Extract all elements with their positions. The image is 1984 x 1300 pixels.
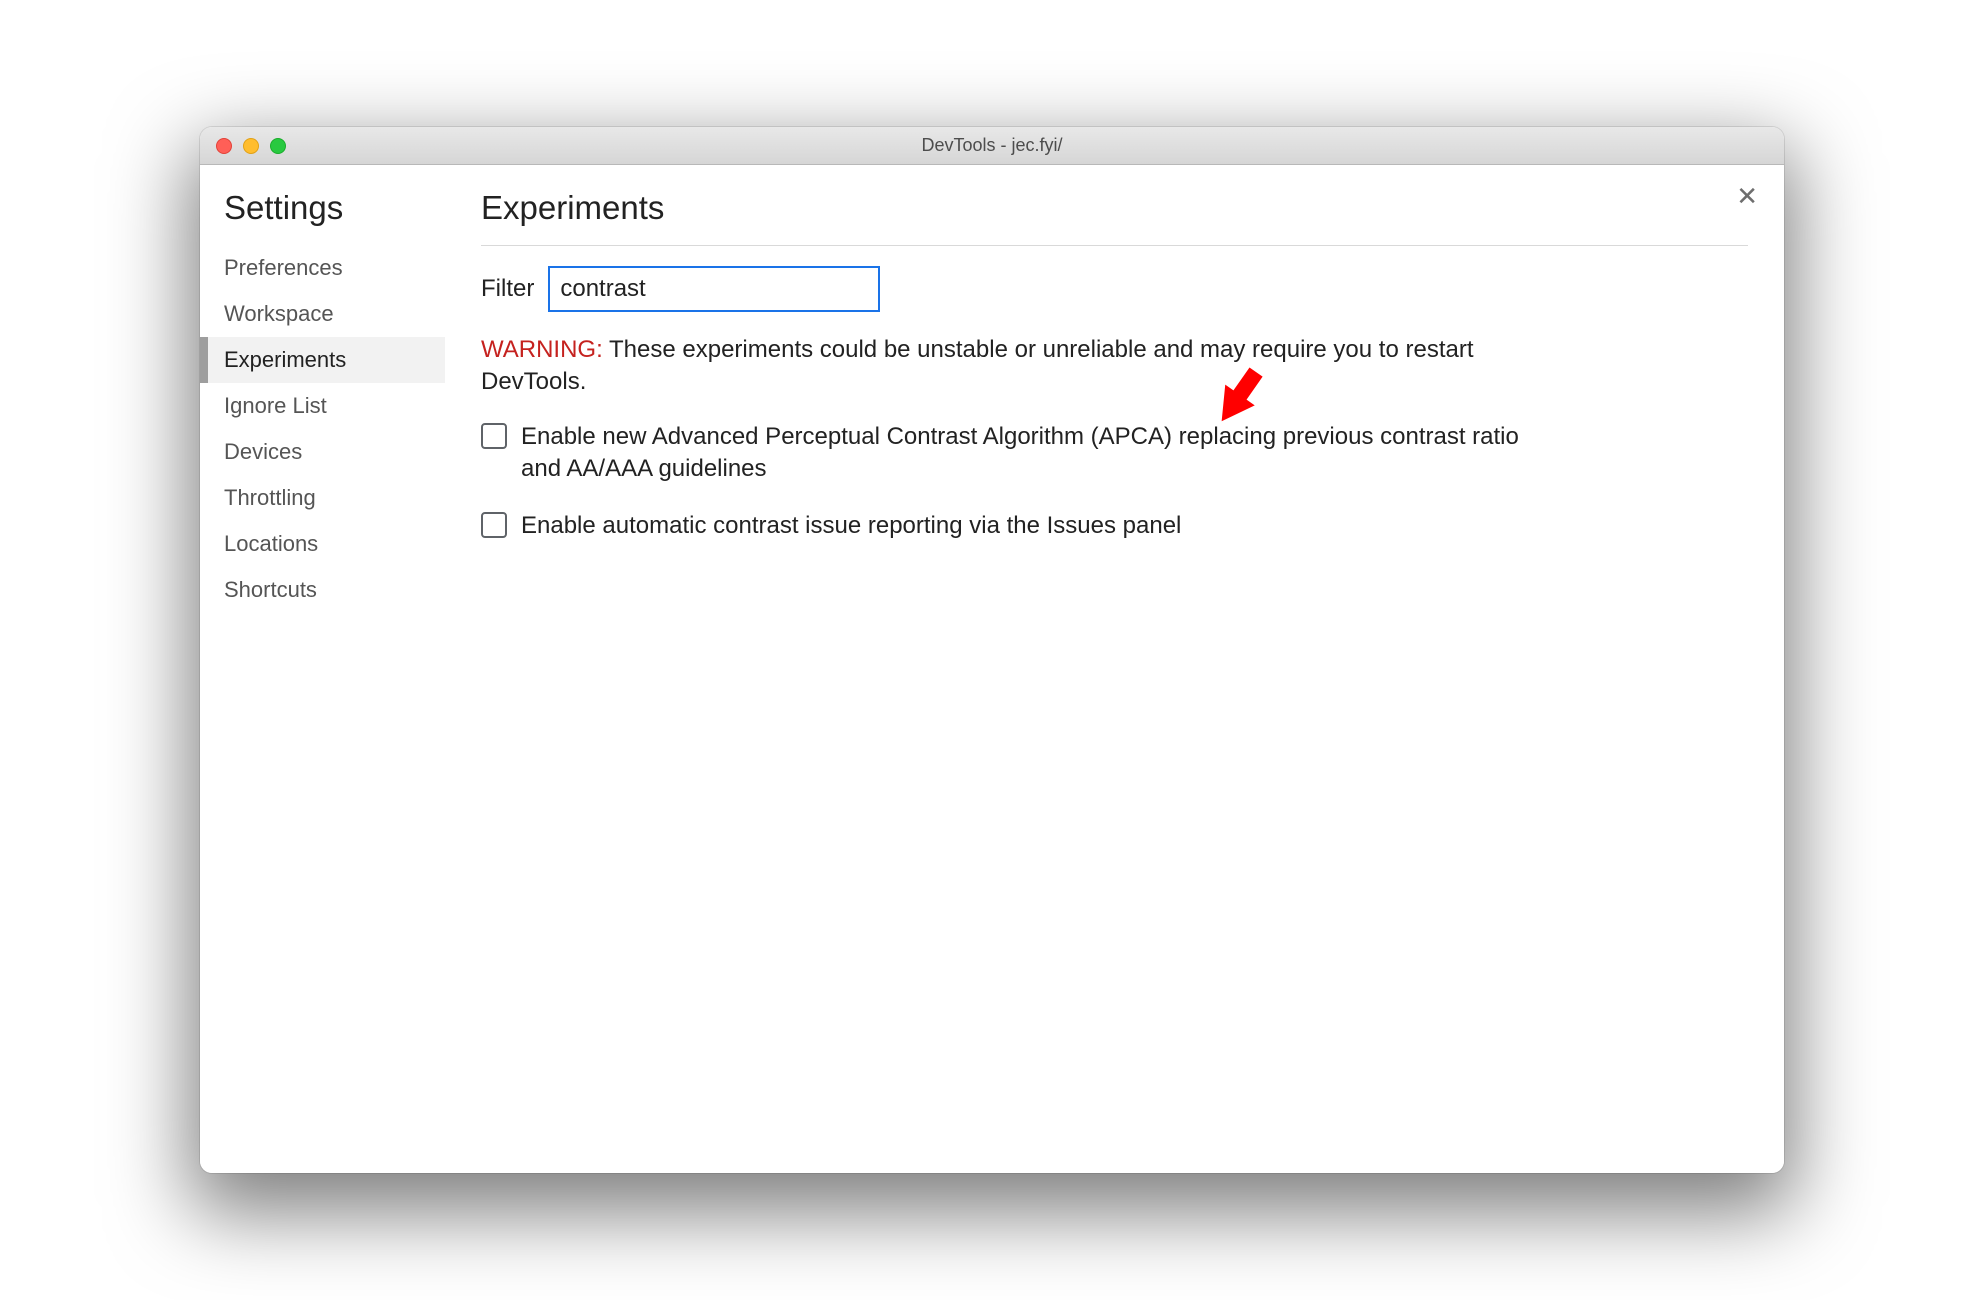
- experiment-row: Enable new Advanced Perceptual Contrast …: [481, 421, 1541, 486]
- experiments-warning: WARNING: These experiments could be unst…: [481, 334, 1541, 399]
- filter-input[interactable]: [548, 266, 880, 312]
- filter-label: Filter: [481, 275, 534, 303]
- devtools-window: DevTools - jec.fyi/ ✕ Settings Preferenc…: [200, 127, 1784, 1173]
- warning-label: WARNING:: [481, 336, 603, 363]
- experiments-title: Experiments: [481, 189, 1748, 246]
- window-title: DevTools - jec.fyi/: [200, 135, 1784, 156]
- warning-text: These experiments could be unstable or u…: [481, 336, 1474, 395]
- window-titlebar: DevTools - jec.fyi/: [200, 127, 1784, 165]
- experiment-label[interactable]: Enable new Advanced Perceptual Contrast …: [521, 421, 1541, 486]
- settings-panel: ✕ Settings Preferences Workspace Experim…: [200, 165, 1784, 1173]
- settings-sidebar: Settings Preferences Workspace Experimen…: [200, 165, 445, 1173]
- window-maximize-button[interactable]: [270, 138, 286, 154]
- window-close-button[interactable]: [216, 138, 232, 154]
- sidebar-item-preferences[interactable]: Preferences: [224, 245, 445, 291]
- sidebar-item-locations[interactable]: Locations: [224, 521, 445, 567]
- sidebar-item-workspace[interactable]: Workspace: [224, 291, 445, 337]
- sidebar-item-ignore-list[interactable]: Ignore List: [224, 383, 445, 429]
- sidebar-item-devices[interactable]: Devices: [224, 429, 445, 475]
- experiment-row: Enable automatic contrast issue reportin…: [481, 510, 1541, 542]
- sidebar-item-throttling[interactable]: Throttling: [224, 475, 445, 521]
- settings-title: Settings: [224, 189, 445, 227]
- experiment-label[interactable]: Enable automatic contrast issue reportin…: [521, 510, 1181, 542]
- window-minimize-button[interactable]: [243, 138, 259, 154]
- filter-row: Filter: [481, 266, 1748, 312]
- traffic-lights: [200, 138, 286, 154]
- sidebar-item-shortcuts[interactable]: Shortcuts: [224, 567, 445, 613]
- experiment-checkbox-apca[interactable]: [481, 423, 507, 449]
- experiment-checkbox-contrast-issues[interactable]: [481, 512, 507, 538]
- sidebar-item-experiments[interactable]: Experiments: [200, 337, 445, 383]
- experiments-pane: Experiments Filter WARNING: These experi…: [445, 165, 1784, 1173]
